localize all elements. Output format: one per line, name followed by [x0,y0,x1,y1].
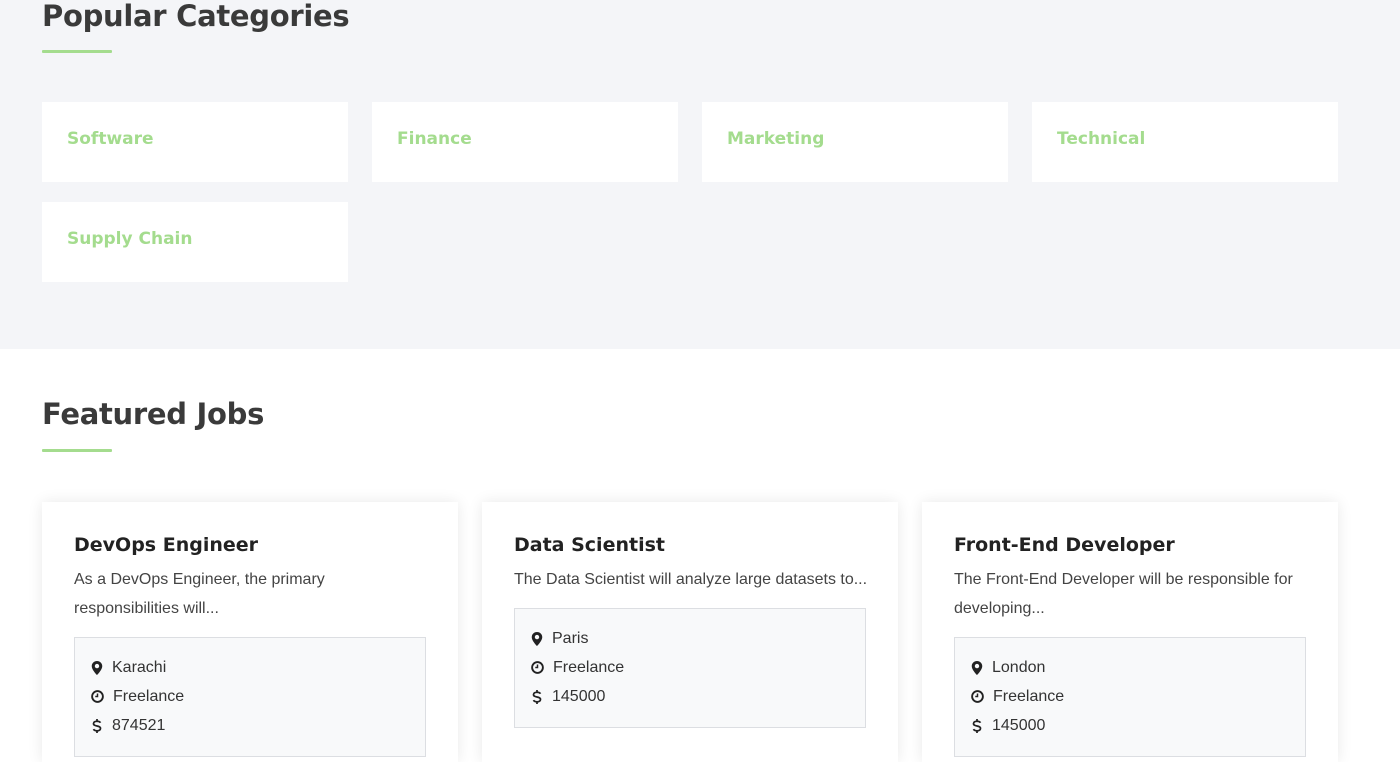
job-meta-box: Paris Freelance 145000 [514,608,866,728]
featured-jobs-heading-underline [42,449,112,452]
job-meta-box: London Freelance 145000 [954,637,1306,757]
clock-icon [971,690,984,703]
job-description: The Data Scientist will analyze large da… [514,571,868,588]
job-salary-row: 145000 [531,682,865,711]
clock-icon [91,690,104,703]
job-card-data-scientist[interactable]: Data Scientist The Data Scientist will a… [482,502,898,762]
job-type-row: Freelance [91,682,425,711]
map-pin-icon [91,660,103,675]
job-type-row: Freelance [971,682,1305,711]
job-type: Freelance [993,687,1065,705]
job-location: Paris [552,629,589,647]
dollar-icon [532,689,542,704]
job-title[interactable]: Data Scientist [514,533,866,557]
category-card-marketing[interactable]: Marketing [702,102,1008,182]
category-label: Marketing [727,129,825,149]
clock-icon [531,661,544,674]
job-title[interactable]: Front-End Developer [954,533,1306,557]
job-description: As a DevOps Engineer, the primary respon… [74,571,325,617]
job-type: Freelance [553,658,625,676]
category-card-software[interactable]: Software [42,102,348,182]
job-type-row: Freelance [531,653,865,682]
job-title[interactable]: DevOps Engineer [74,533,426,557]
job-type: Freelance [113,687,185,705]
job-salary: 145000 [552,687,606,705]
popular-categories-section: Popular Categories Software Finance Mark… [0,0,1400,349]
category-label: Finance [397,129,472,149]
job-location-row: London [971,653,1305,682]
job-location: Karachi [112,658,167,676]
category-label: Supply Chain [67,229,193,249]
job-location-row: Karachi [91,653,425,682]
job-card-devops-engineer[interactable]: DevOps Engineer As a DevOps Engineer, th… [42,502,458,762]
category-card-technical[interactable]: Technical [1032,102,1338,182]
map-pin-icon [531,631,543,646]
category-card-supply-chain[interactable]: Supply Chain [42,202,348,282]
featured-jobs-heading: Featured Jobs [42,397,265,431]
job-location: London [992,658,1046,676]
job-card-front-end-developer[interactable]: Front-End Developer The Front-End Develo… [922,502,1338,762]
category-label: Software [67,129,154,149]
map-pin-icon [971,660,983,675]
category-card-finance[interactable]: Finance [372,102,678,182]
categories-heading: Popular Categories [42,0,350,33]
category-label: Technical [1057,129,1146,149]
job-description: The Front-End Developer will be responsi… [954,571,1293,617]
categories-heading-underline [42,50,112,53]
job-meta-box: Karachi Freelance 874521 [74,637,426,757]
job-location-row: Paris [531,624,865,653]
